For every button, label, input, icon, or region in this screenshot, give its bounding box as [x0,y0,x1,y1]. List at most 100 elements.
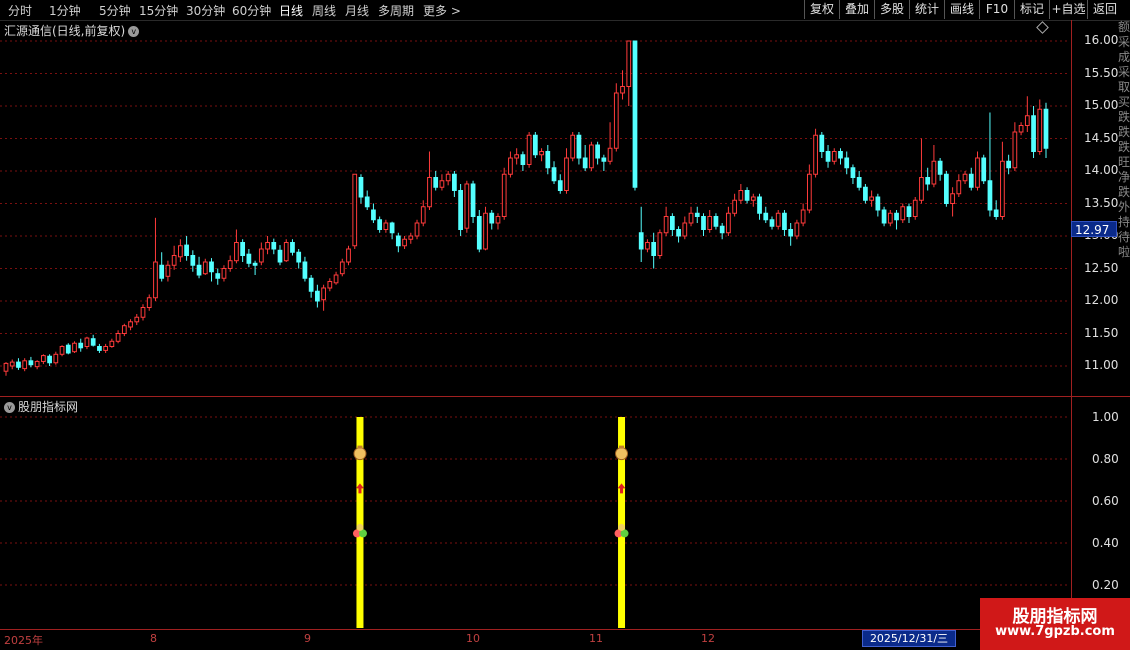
multi-stock-button[interactable]: 多股 [874,0,909,19]
price-label: 11.00 [1084,358,1119,372]
candle-down [981,157,987,182]
indicator-title-text: 股朋指标网 [18,400,79,414]
candle-down [993,209,999,217]
candle-up [707,216,713,230]
candle-down [16,361,21,368]
candle-up [657,232,663,256]
price-label: 12.50 [1084,261,1119,275]
candle-up [887,212,893,224]
candle-up [121,325,127,335]
candle-up [950,193,955,204]
signal-bar [356,417,364,628]
candle-down [190,255,196,266]
candle-up [402,238,407,247]
date-label: 2025年 [4,634,43,647]
indicator-label: 0.40 [1092,536,1119,550]
candle-down [315,290,320,302]
candle-up [1000,160,1005,217]
selected-date: 2025/12/31/三 [862,630,956,647]
candle-down [694,212,700,217]
candle-down [782,212,787,230]
candle-down [184,244,189,257]
candle-down [576,134,582,159]
candle-up [682,222,688,237]
candle-down [551,167,557,182]
chevron-down-icon[interactable]: v [4,402,15,413]
candle-down [1006,160,1012,169]
candle-up [564,157,569,191]
candle-up [34,360,40,368]
candle-down [1031,115,1036,152]
candle-down [601,157,607,162]
candle-up [327,281,333,289]
candle-down [90,338,96,346]
tab-multi-period[interactable]: 多周期 [378,2,414,19]
candle-up [775,212,781,227]
candle-up [59,346,65,355]
candle-down [290,242,295,253]
candle-down [676,229,681,237]
candle-up [501,173,507,217]
candle-down [395,235,401,247]
add-watchlist-button[interactable]: +自选 [1049,0,1087,19]
candle-down [651,242,657,256]
candle-up [1018,125,1024,133]
draw-line-button[interactable]: 画线 [944,0,979,19]
indicator-title: v 股朋指标网 [4,398,78,415]
tab-more[interactable]: 更多 > [423,2,461,19]
price-label: 12.00 [1084,293,1119,307]
indicator-label: 0.60 [1092,494,1119,508]
fuquan-button[interactable]: 复权 [804,0,839,19]
tab-15min[interactable]: 15分钟 [139,2,178,19]
candle-down [377,219,383,230]
price-axis-border [1071,20,1072,630]
tab-1min[interactable]: 1分钟 [49,2,81,19]
stats-button[interactable]: 统计 [909,0,944,19]
candle-up [22,360,28,370]
candle-up [265,242,270,250]
candle-down [476,216,482,250]
date-label: 9 [304,632,311,645]
candle-up [140,307,146,318]
candle-up [975,157,980,188]
candle-down [943,173,949,204]
candle-up [234,242,239,262]
tab-60min[interactable]: 60分钟 [232,2,271,19]
candle-up [900,206,906,221]
candle-down [271,242,277,250]
candle-down [632,40,638,188]
tab-weekly[interactable]: 周线 [312,2,336,19]
candle-up [153,261,158,299]
back-button[interactable]: 返回 [1087,0,1122,19]
candle-up [115,333,121,342]
candle-up [134,316,140,323]
candle-up [464,183,470,229]
f10-button[interactable]: F10 [979,0,1014,19]
candle-up [869,196,874,201]
candle-up [1037,108,1043,152]
candle-up [726,212,731,234]
candle-up [813,134,818,175]
mark-button[interactable]: 标记 [1014,0,1049,19]
tab-30min[interactable]: 30分钟 [186,2,225,19]
candle-up [202,261,208,275]
diamond-icon[interactable] [1036,21,1049,34]
chevron-down-icon[interactable]: v [128,26,140,37]
overlay-button[interactable]: 叠加 [839,0,874,19]
period-toolbar: 分时 1分钟 5分钟 15分钟 30分钟 60分钟 日线 周线 月线 多周期 更… [0,0,1130,21]
candle-up [439,180,445,188]
candle-down [433,177,439,188]
candle-down [277,249,283,263]
candle-down [364,196,370,208]
tab-daily[interactable]: 日线 [279,2,303,19]
candle-up [794,222,800,237]
tab-5min[interactable]: 5分钟 [99,2,131,19]
candle-down [713,216,719,227]
candle-up [408,235,414,240]
candle-down [458,190,463,230]
tab-fenshi[interactable]: 分时 [8,2,32,19]
candle-down [595,144,600,159]
price-label: 16.00 [1084,33,1119,47]
tab-monthly[interactable]: 月线 [345,2,369,19]
candle-up [414,222,420,237]
